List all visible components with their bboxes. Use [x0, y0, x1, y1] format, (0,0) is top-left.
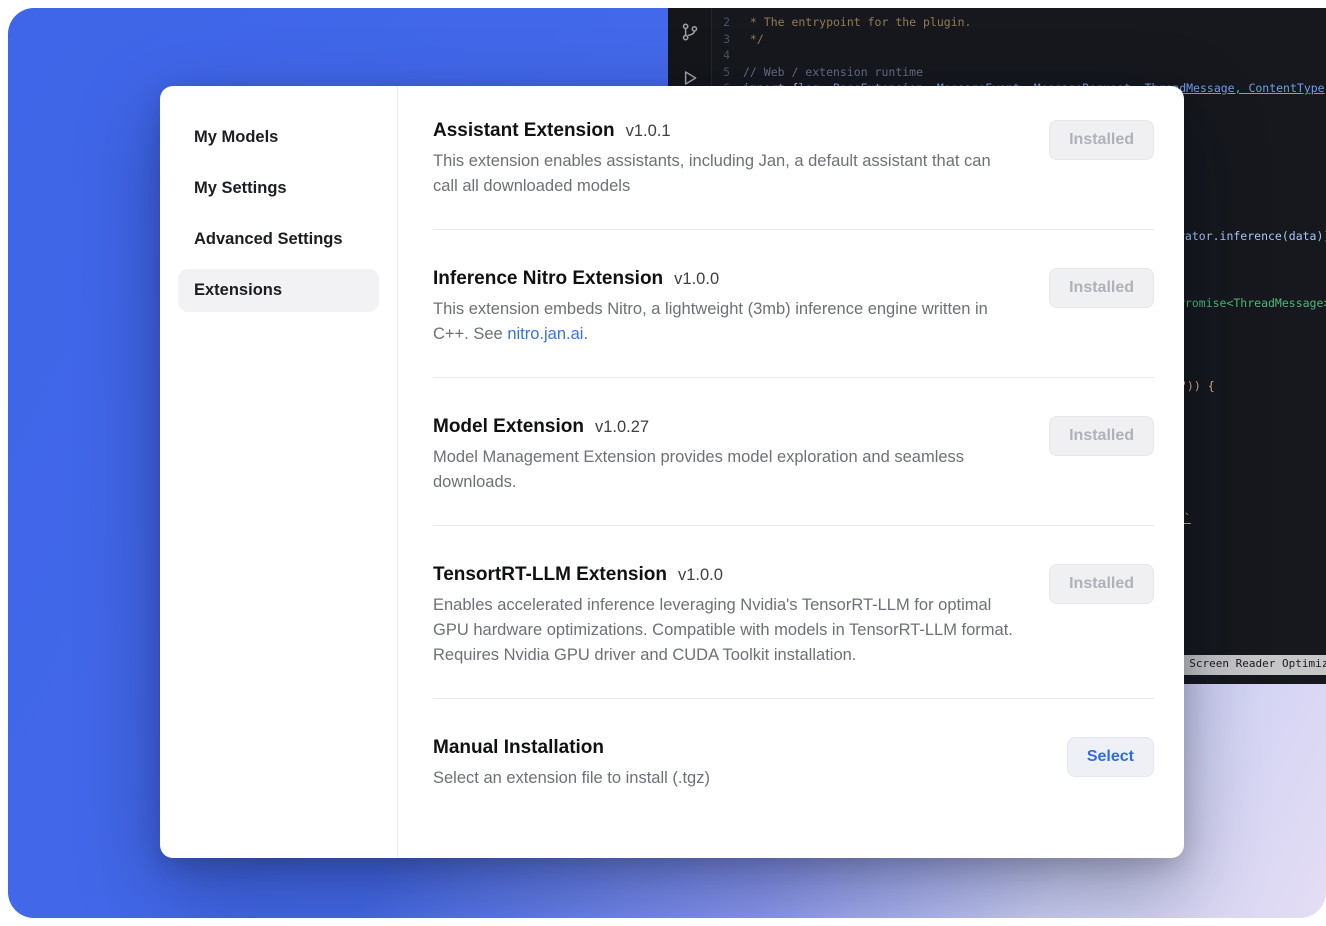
installed-button[interactable]: Installed — [1049, 268, 1154, 308]
code-line: 5 // Web / extension runtime — [713, 64, 1326, 81]
run-debug-icon[interactable] — [680, 68, 700, 88]
code-text: * The entrypoint for the plugin. — [743, 14, 971, 31]
extension-name: Model Extension — [433, 416, 584, 438]
extension-item-nitro: Inference Nitro Extension v1.0.0 This ex… — [433, 268, 1154, 347]
manual-installation-title: Manual Installation — [433, 737, 604, 759]
code-fragment: Promise<ThreadMessage> — [1178, 295, 1326, 312]
code-line: 3 */ — [713, 31, 1326, 48]
code-line: 2 * The entrypoint for the plugin. — [713, 14, 1326, 31]
extension-item-tensorrt: TensortRT-LLM Extension v1.0.0 Enables a… — [433, 564, 1154, 668]
extension-description-text: Enables accelerated inference leveraging… — [433, 596, 1013, 664]
code-fragment: ")) { — [1180, 378, 1215, 395]
extension-description-text: This extension enables assistants, inclu… — [433, 152, 991, 195]
extension-title-row: TensortRT-LLM Extension v1.0.0 — [433, 564, 1015, 586]
extension-description-text: Model Management Extension provides mode… — [433, 448, 964, 491]
extension-title-row: Model Extension v1.0.27 — [433, 416, 1015, 438]
select-file-button[interactable]: Select — [1067, 737, 1154, 777]
code-text: */ — [743, 31, 764, 48]
nitro-link[interactable]: nitro.jan.ai. — [507, 325, 588, 343]
extension-item-model: Model Extension v1.0.27 Model Management… — [433, 416, 1154, 495]
extension-description: Enables accelerated inference leveraging… — [433, 593, 1015, 668]
extension-description: Model Management Extension provides mode… — [433, 445, 1015, 495]
line-number: 5 — [713, 64, 743, 81]
sidebar-item-my-models[interactable]: My Models — [178, 116, 379, 159]
installed-button[interactable]: Installed — [1049, 120, 1154, 160]
hero-canvas: 2 * The entrypoint for the plugin. 3 */ … — [8, 8, 1326, 918]
extension-name: Inference Nitro Extension — [433, 268, 663, 290]
extension-title-row: Manual Installation — [433, 737, 710, 759]
extension-version: v1.0.1 — [626, 122, 671, 141]
extension-version: v1.0.27 — [595, 418, 649, 437]
sidebar-item-advanced-settings[interactable]: Advanced Settings — [178, 218, 379, 261]
extension-item-assistant: Assistant Extension v1.0.1 This extensio… — [433, 120, 1154, 199]
section-divider — [433, 525, 1154, 526]
line-number: 3 — [713, 31, 743, 48]
code-lines: 2 * The entrypoint for the plugin. 3 */ … — [713, 14, 1326, 97]
settings-sidebar: My Models My Settings Advanced Settings … — [160, 86, 398, 858]
extension-version: v1.0.0 — [678, 566, 723, 585]
screen-reader-badge[interactable]: Screen Reader Optimize — [1181, 655, 1326, 675]
section-divider — [433, 377, 1154, 378]
line-number: 2 — [713, 14, 743, 31]
settings-modal: My Models My Settings Advanced Settings … — [160, 86, 1184, 858]
installed-button[interactable]: Installed — [1049, 416, 1154, 456]
sidebar-item-my-settings[interactable]: My Settings — [178, 167, 379, 210]
editor-status-bar: go Screen Reader Optimize — [1160, 655, 1326, 675]
extension-name: TensortRT-LLM Extension — [433, 564, 667, 586]
extension-title-row: Assistant Extension v1.0.1 — [433, 120, 1015, 142]
manual-installation-description: Select an extension file to install (.tg… — [433, 766, 710, 791]
line-number: 4 — [713, 47, 743, 64]
extension-description: This extension embeds Nitro, a lightweig… — [433, 297, 1015, 347]
code-text: // Web / extension runtime — [743, 64, 923, 81]
sidebar-item-extensions[interactable]: Extensions — [178, 269, 379, 312]
manual-installation-section: Manual Installation Select an extension … — [433, 737, 1154, 791]
code-fragment: rator.inference(data)); — [1178, 228, 1326, 245]
extension-version: v1.0.0 — [674, 270, 719, 289]
extension-description: This extension enables assistants, inclu… — [433, 149, 1015, 199]
installed-button[interactable]: Installed — [1049, 564, 1154, 604]
git-branch-icon[interactable] — [680, 22, 700, 42]
extensions-panel: Assistant Extension v1.0.1 This extensio… — [398, 86, 1184, 858]
section-divider — [433, 229, 1154, 230]
extension-title-row: Inference Nitro Extension v1.0.0 — [433, 268, 1015, 290]
code-line: 4 — [713, 47, 1326, 64]
extension-name: Assistant Extension — [433, 120, 615, 142]
section-divider — [433, 698, 1154, 699]
extension-description-text: Select an extension file to install (.tg… — [433, 769, 710, 787]
